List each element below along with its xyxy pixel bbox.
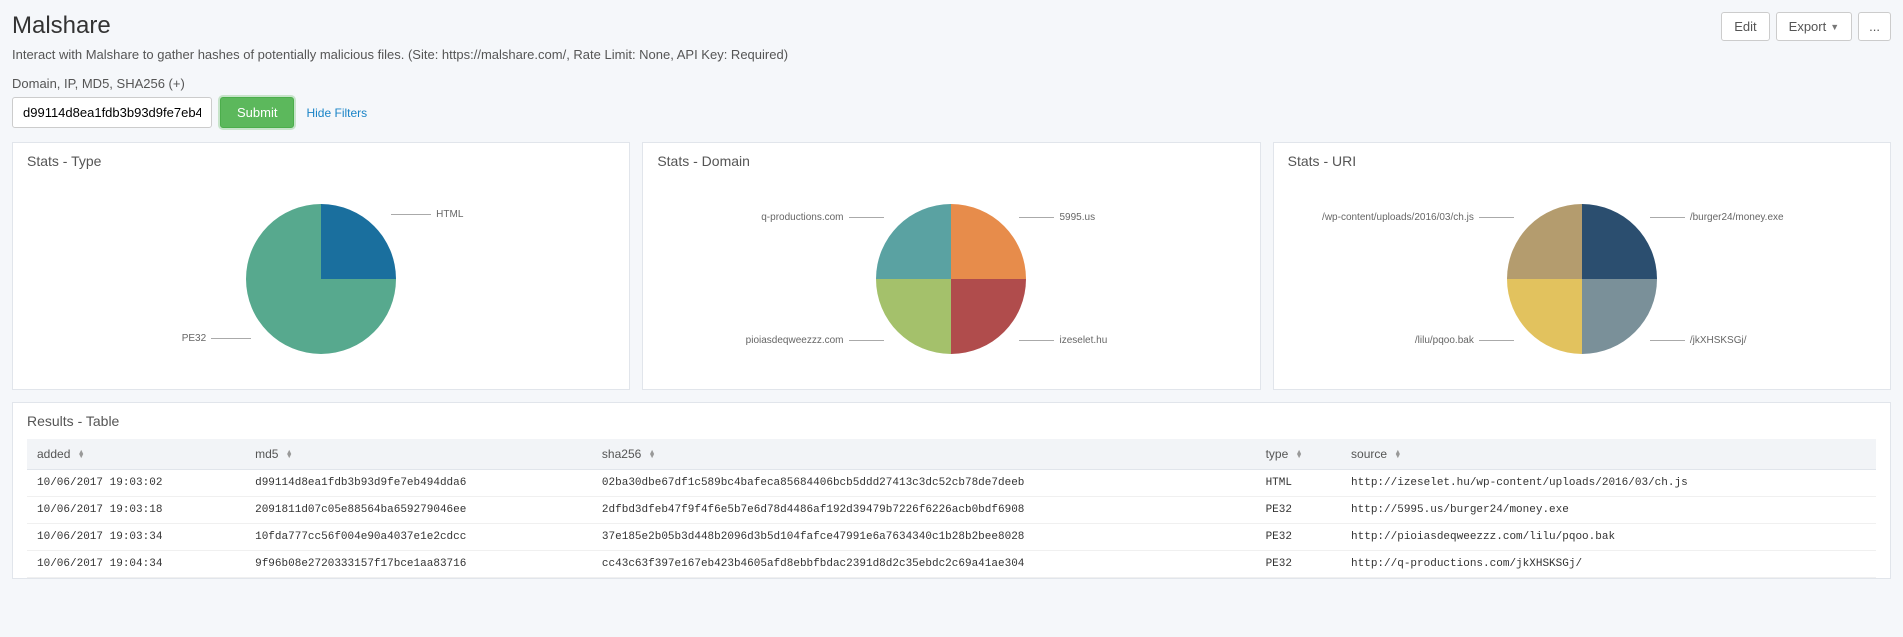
cell-sha256: 2dfbd3dfeb47f9f4f6e5b7e6d78d4486af192d39… — [592, 497, 1256, 524]
panel-stats-type: Stats - Type HTML PE32 — [12, 142, 630, 390]
edit-button[interactable]: Edit — [1721, 12, 1769, 41]
col-md5[interactable]: md5 ▲▼ — [245, 439, 592, 470]
sort-icon: ▲▼ — [1394, 451, 1401, 459]
pie-leader-line — [1019, 340, 1054, 341]
cell-type: PE32 — [1256, 497, 1341, 524]
panel-title-type: Stats - Type — [27, 153, 615, 169]
pie-label: /lilu/pqoo.bak — [1415, 335, 1474, 346]
pie-label: izeselet.hu — [1059, 335, 1107, 346]
table-row[interactable]: 10/06/2017 19:04:349f96b08e2720333157f17… — [27, 551, 1876, 578]
col-label: added — [37, 447, 70, 461]
cell-source: http://pioiasdeqweezzz.com/lilu/pqoo.bak — [1341, 524, 1876, 551]
cell-source: http://q-productions.com/jkXHSKSGj/ — [1341, 551, 1876, 578]
pie-chart-uri — [1507, 204, 1657, 354]
results-table: added ▲▼ md5 ▲▼ sha256 ▲▼ type ▲▼ source — [27, 439, 1876, 578]
pie-leader-line — [1650, 217, 1685, 218]
pie-leader-line — [849, 340, 884, 341]
cell-added: 10/06/2017 19:04:34 — [27, 551, 245, 578]
col-label: md5 — [255, 447, 278, 461]
filter-row: Submit Hide Filters — [12, 97, 1891, 128]
pie-label-pe32: PE32 — [182, 333, 206, 344]
table-row[interactable]: 10/06/2017 19:03:182091811d07c05e88564ba… — [27, 497, 1876, 524]
cell-md5: 10fda777cc56f004e90a4037e1e2cdcc — [245, 524, 592, 551]
pie-leader-line — [1019, 217, 1054, 218]
results-panel: Results - Table added ▲▼ md5 ▲▼ sha256 ▲… — [12, 402, 1891, 579]
pie-label: /wp-content/uploads/2016/03/ch.js — [1322, 212, 1474, 223]
col-added[interactable]: added ▲▼ — [27, 439, 245, 470]
pie-leader-line — [211, 338, 251, 339]
pie-label: 5995.us — [1059, 212, 1095, 223]
col-sha256[interactable]: sha256 ▲▼ — [592, 439, 1256, 470]
chart-uri: /burger24/money.exe /jkXHSKSGj/ /lilu/pq… — [1288, 179, 1876, 379]
pie-slice — [1582, 279, 1657, 354]
panel-stats-uri: Stats - URI /burger24/money.exe /jkXHSKS… — [1273, 142, 1891, 390]
sort-icon: ▲▼ — [286, 451, 293, 459]
pie-slice — [876, 204, 951, 279]
caret-down-icon: ▼ — [1830, 22, 1839, 32]
page-title: Malshare — [12, 12, 111, 40]
cell-md5: 2091811d07c05e88564ba659279046ee — [245, 497, 592, 524]
export-label: Export — [1789, 19, 1827, 34]
submit-button[interactable]: Submit — [220, 97, 294, 128]
stats-panels: Stats - Type HTML PE32 Stats - Domain 59… — [12, 142, 1891, 390]
cell-sha256: 02ba30dbe67df1c589bc4bafeca85684406bcb5d… — [592, 470, 1256, 497]
sort-icon: ▲▼ — [1296, 451, 1303, 459]
more-button[interactable]: ... — [1858, 12, 1891, 41]
cell-type: PE32 — [1256, 551, 1341, 578]
pie-leader-line — [391, 214, 431, 215]
cell-source: http://5995.us/burger24/money.exe — [1341, 497, 1876, 524]
col-label: type — [1266, 447, 1289, 461]
table-row[interactable]: 10/06/2017 19:03:3410fda777cc56f004e90a4… — [27, 524, 1876, 551]
cell-type: PE32 — [1256, 524, 1341, 551]
sort-icon: ▲▼ — [78, 451, 85, 459]
pie-chart-domain — [876, 204, 1026, 354]
pie-slice — [876, 279, 951, 354]
pie-label: /jkXHSKSGj/ — [1690, 335, 1747, 346]
pie-label-html: HTML — [436, 209, 463, 220]
pie-chart-type — [246, 204, 396, 354]
pie-slice — [1507, 204, 1582, 279]
col-label: source — [1351, 447, 1387, 461]
search-input[interactable] — [12, 97, 212, 128]
cell-source: http://izeselet.hu/wp-content/uploads/20… — [1341, 470, 1876, 497]
pie-slice-html — [321, 204, 396, 279]
sort-icon: ▲▼ — [649, 451, 656, 459]
chart-type: HTML PE32 — [27, 179, 615, 379]
filter-label: Domain, IP, MD5, SHA256 (+) — [12, 76, 1891, 91]
cell-added: 10/06/2017 19:03:34 — [27, 524, 245, 551]
header-actions: Edit Export ▼ ... — [1721, 12, 1891, 41]
pie-slice — [1582, 204, 1657, 279]
pie-label: q-productions.com — [761, 212, 843, 223]
export-button[interactable]: Export ▼ — [1776, 12, 1853, 41]
pie-slice — [951, 279, 1026, 354]
pie-leader-line — [849, 217, 884, 218]
panel-stats-domain: Stats - Domain 5995.us izeselet.hu pioia… — [642, 142, 1260, 390]
pie-label: pioiasdeqweezzz.com — [746, 335, 844, 346]
chart-domain: 5995.us izeselet.hu pioiasdeqweezzz.com … — [657, 179, 1245, 379]
panel-title-domain: Stats - Domain — [657, 153, 1245, 169]
cell-added: 10/06/2017 19:03:02 — [27, 470, 245, 497]
cell-sha256: cc43c63f397e167eb423b4605afd8ebbfbdac239… — [592, 551, 1256, 578]
pie-leader-line — [1479, 217, 1514, 218]
pie-slice — [1507, 279, 1582, 354]
cell-sha256: 37e185e2b05b3d448b2096d3b5d104fafce47991… — [592, 524, 1256, 551]
panel-title-uri: Stats - URI — [1288, 153, 1876, 169]
hide-filters-link[interactable]: Hide Filters — [306, 106, 367, 120]
cell-md5: d99114d8ea1fdb3b93d9fe7eb494dda6 — [245, 470, 592, 497]
col-type[interactable]: type ▲▼ — [1256, 439, 1341, 470]
pie-leader-line — [1650, 340, 1685, 341]
results-title: Results - Table — [27, 413, 1876, 429]
table-row[interactable]: 10/06/2017 19:03:02d99114d8ea1fdb3b93d9f… — [27, 470, 1876, 497]
cell-added: 10/06/2017 19:03:18 — [27, 497, 245, 524]
pie-leader-line — [1479, 340, 1514, 341]
page-description: Interact with Malshare to gather hashes … — [12, 47, 1891, 62]
col-label: sha256 — [602, 447, 641, 461]
pie-slice — [951, 204, 1026, 279]
cell-type: HTML — [1256, 470, 1341, 497]
cell-md5: 9f96b08e2720333157f17bce1aa83716 — [245, 551, 592, 578]
pie-label: /burger24/money.exe — [1690, 212, 1784, 223]
col-source[interactable]: source ▲▼ — [1341, 439, 1876, 470]
